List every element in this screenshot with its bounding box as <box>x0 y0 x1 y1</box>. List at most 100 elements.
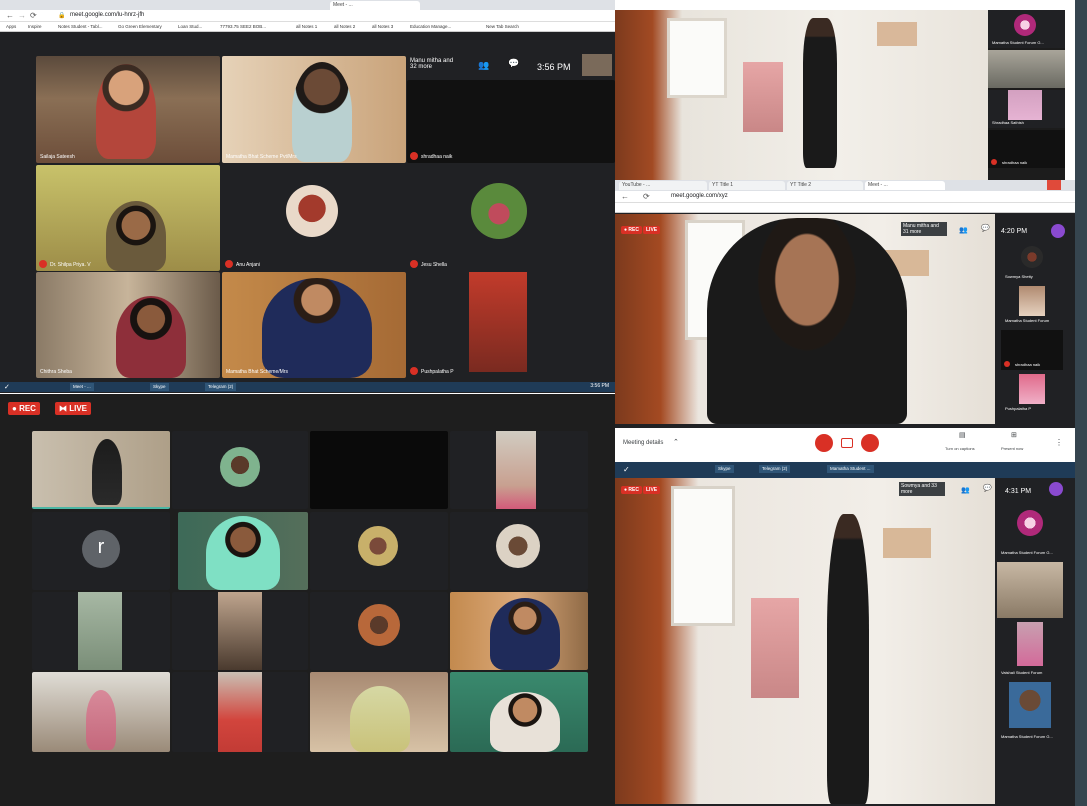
reload-icon[interactable]: ⟳ <box>30 11 37 20</box>
side-participant-tile[interactable]: Mamatha Student Forum G... <box>997 502 1063 558</box>
reload-icon[interactable]: ⟳ <box>643 192 650 201</box>
hangup-button[interactable] <box>841 438 853 448</box>
browser-tab[interactable]: YT Title 1 <box>709 181 785 190</box>
taskbar-item[interactable]: Meet - ... <box>70 383 94 391</box>
side-participant-tile[interactable]: Shradhaa Sathish <box>988 90 1065 128</box>
user-avatar[interactable] <box>1051 224 1065 238</box>
participant-tile[interactable]: Pushpalatha P <box>407 272 615 378</box>
side-participant-tile[interactable]: shradhaa naik <box>1001 330 1063 370</box>
participant-tile[interactable] <box>32 672 170 752</box>
bookmark-item[interactable]: Loan Stud... <box>178 24 202 29</box>
panel-middle-right: YouTube - ... YT Title 1 YT Title 2 Meet… <box>615 180 1075 462</box>
participant-tile[interactable] <box>450 672 588 752</box>
meeting-info[interactable]: Manu mitha and 32 more <box>410 58 460 70</box>
taskbar-item[interactable]: Telegram (2) <box>759 465 791 473</box>
taskbar-item[interactable]: Telegram (2) <box>205 383 237 391</box>
taskbar-item[interactable]: Mamatha Student ... <box>827 465 874 473</box>
forward-icon[interactable]: → <box>18 11 26 20</box>
user-avatar[interactable] <box>1049 482 1063 496</box>
bookmark-item[interactable]: all Notes 3 <box>372 24 393 29</box>
participant-tile[interactable]: Mamatha Bhat Scheme Pvt/Mrs <box>222 56 406 163</box>
address-bar[interactable]: ← ⟳ meet.google.com/xyz <box>615 191 1075 203</box>
browser-tab[interactable]: Meet - ... <box>865 181 945 190</box>
participant-tile[interactable] <box>310 672 448 752</box>
participant-tile[interactable] <box>450 512 588 590</box>
bookmark-item[interactable]: Inspire <box>28 24 42 29</box>
participant-tile[interactable] <box>310 431 448 509</box>
participant-name: Vaishali Student Forum <box>1001 670 1043 675</box>
bookmark-item[interactable]: 77793.75 SEE2 BOB... <box>220 24 266 29</box>
bookmark-item[interactable]: all Notes 2 <box>334 24 355 29</box>
meeting-details-button[interactable]: Meeting details <box>623 440 663 446</box>
participant-tile[interactable] <box>310 512 448 590</box>
bookmark-item[interactable]: Go Green Elementary <box>118 24 162 29</box>
people-icon[interactable]: 👥 <box>478 60 489 71</box>
participant-tile[interactable] <box>450 592 588 670</box>
side-participant-tile[interactable]: Mamatha Student Forum G... <box>988 10 1065 48</box>
browser-tab[interactable]: Meet - ... <box>330 1 420 10</box>
address-bar[interactable]: ← → ⟳ 🔒 meet.google.com/lu-hnrz-jfh <box>0 10 615 22</box>
participant-tile[interactable] <box>32 592 170 670</box>
turn-on-captions-button[interactable]: Turn on captions <box>945 446 975 451</box>
self-view-thumb[interactable] <box>582 54 612 76</box>
chat-icon[interactable]: 💬 <box>981 224 990 232</box>
participant-tile[interactable] <box>178 512 308 590</box>
side-participant-tile[interactable]: Mamatha Student Forum G... <box>997 682 1063 742</box>
chat-icon[interactable]: 💬 <box>983 484 992 492</box>
taskbar-item[interactable]: Skype <box>150 383 169 391</box>
url-text[interactable]: meet.google.com/lu-hnrz-jfh <box>70 12 144 18</box>
chat-icon[interactable]: 💬 <box>508 58 519 69</box>
taskbar-item[interactable]: Skype <box>715 465 734 473</box>
participant-tile[interactable]: Jesu Shella <box>407 165 615 271</box>
participant-tile[interactable]: Anu Anjani <box>222 165 406 271</box>
browser-tab-strip: YouTube - ... YT Title 1 YT Title 2 Meet… <box>615 180 1075 191</box>
side-participant-tile[interactable]: Pushpalatha P <box>1001 374 1063 414</box>
side-participant-tile[interactable] <box>988 50 1065 88</box>
browser-tab[interactable]: YT Title 2 <box>787 181 863 190</box>
chevron-up-icon[interactable]: ⌃ <box>673 438 679 446</box>
participant-tile[interactable]: Dr. Shilpa Priya. V <box>36 165 220 271</box>
participant-tile[interactable] <box>310 592 448 670</box>
captions-icon[interactable]: ▤ <box>959 431 966 439</box>
side-participant-tile[interactable]: Vaishali Student Forum <box>997 622 1063 678</box>
participant-tile[interactable]: Mamatha Bhat Scheme/Mrs <box>222 272 406 378</box>
back-icon[interactable]: ← <box>6 11 14 20</box>
camera-toggle-button[interactable] <box>861 434 879 452</box>
browser-tab[interactable]: YouTube - ... <box>619 181 707 190</box>
start-icon[interactable]: ✓ <box>623 465 630 474</box>
participant-tile[interactable] <box>32 431 170 509</box>
side-participant-tile[interactable]: Sowmya Shetty <box>1001 244 1063 282</box>
participant-tile[interactable]: Chithra Sheba <box>36 272 220 378</box>
participant-tile[interactable]: r <box>32 512 170 590</box>
side-participant-tile[interactable]: Mamatha Student Forum <box>1001 286 1063 326</box>
side-participant-tile[interactable] <box>997 562 1063 618</box>
present-now-button[interactable]: Present now <box>1001 446 1023 451</box>
more-options-icon[interactable]: ⋮ <box>1055 438 1063 447</box>
participant-tile[interactable] <box>450 431 588 509</box>
start-icon[interactable]: ✓ <box>4 383 10 391</box>
panel-top-right: Mamatha Student Forum G... Shradhaa Sath… <box>615 10 1065 180</box>
participant-tile[interactable]: Sailaja Sateesh <box>36 56 220 163</box>
present-icon[interactable]: ⊞ <box>1011 431 1017 439</box>
mic-toggle-button[interactable] <box>815 434 833 452</box>
participant-tile[interactable] <box>172 431 308 509</box>
participant-tile[interactable] <box>172 592 308 670</box>
bookmark-item[interactable]: Education Manage... <box>410 24 451 29</box>
bookmark-item[interactable]: Notes Student - Tabl... <box>58 24 102 29</box>
side-participant-tile[interactable]: shradhaa naik <box>988 130 1065 168</box>
participant-tile[interactable]: shradhaa naik <box>407 80 615 163</box>
people-icon[interactable]: 👥 <box>961 486 970 494</box>
meeting-info[interactable]: Sowmya and 33 more <box>899 482 945 496</box>
url-text[interactable]: meet.google.com/xyz <box>671 193 728 199</box>
back-icon[interactable]: ← <box>621 192 629 201</box>
participant-tile[interactable] <box>172 672 308 752</box>
meeting-info[interactable]: Manu mitha and 31 more <box>901 222 947 236</box>
participant-avatar <box>471 183 527 239</box>
participant-video <box>490 692 560 752</box>
bookmark-item[interactable]: all Notes 1 <box>296 24 317 29</box>
close-window-icon[interactable] <box>1047 180 1061 190</box>
participant-video <box>218 592 262 670</box>
people-icon[interactable]: 👥 <box>959 226 968 234</box>
bookmark-item[interactable]: Apps <box>6 24 16 29</box>
bookmark-item[interactable]: New Tab Search <box>486 24 519 29</box>
